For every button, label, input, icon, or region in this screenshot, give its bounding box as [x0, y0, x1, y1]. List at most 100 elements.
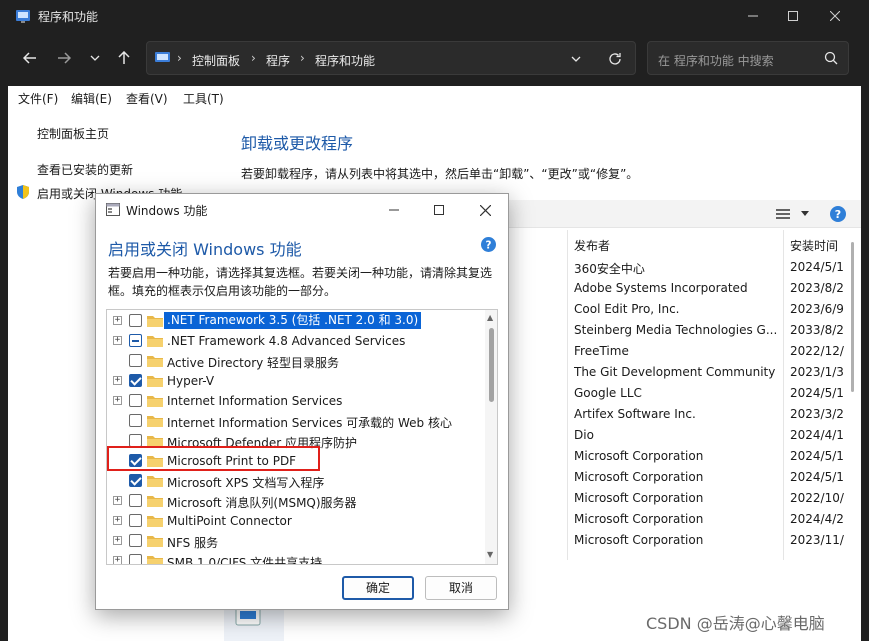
feature-checkbox[interactable] — [129, 514, 142, 527]
recent-locations-button[interactable] — [81, 44, 109, 72]
row-publisher[interactable]: Cool Edit Pro, Inc. — [574, 302, 779, 316]
row-installed-date[interactable]: 2033/8/2 — [790, 323, 852, 337]
ok-button[interactable]: 确定 — [342, 576, 414, 600]
menu-file[interactable]: 文件(F) — [18, 90, 58, 107]
svg-text:?: ? — [835, 208, 841, 221]
row-installed-date[interactable]: 2024/4/1 — [790, 428, 852, 442]
expand-icon[interactable]: + — [113, 336, 122, 345]
feature-item[interactable]: + NFS 服务 — [107, 531, 485, 551]
feature-checkbox[interactable] — [129, 494, 142, 507]
feature-item[interactable]: + Hyper-V — [107, 371, 485, 391]
search-placeholder: 在 程序和功能 中搜索 — [658, 54, 774, 68]
feature-item[interactable]: Microsoft XPS 文档写入程序 — [107, 471, 485, 491]
row-installed-date[interactable]: 2024/4/2 — [790, 512, 852, 526]
feature-checkbox[interactable] — [129, 474, 142, 487]
expand-icon[interactable]: + — [113, 316, 122, 325]
feature-item[interactable]: + SMB 1.0/CIFS 文件共享支持 — [107, 551, 485, 564]
forward-button[interactable] — [50, 44, 78, 72]
feature-checkbox[interactable] — [129, 394, 142, 407]
row-installed-date[interactable]: 2024/5/1 — [790, 260, 852, 274]
feature-checkbox[interactable] — [129, 534, 142, 547]
scroll-thumb[interactable] — [489, 328, 494, 402]
link-view-installed-updates[interactable]: 查看已安装的更新 — [37, 161, 133, 178]
menu-tools[interactable]: 工具(T) — [183, 90, 224, 107]
cancel-button[interactable]: 取消 — [425, 576, 497, 600]
scroll-down-icon[interactable]: ▼ — [487, 550, 493, 559]
feature-item[interactable]: + Microsoft 消息队列(MSMQ)服务器 — [107, 491, 485, 511]
feature-item[interactable]: + .NET Framework 4.8 Advanced Services — [107, 331, 485, 351]
row-installed-date[interactable]: 2024/5/1 — [790, 449, 852, 463]
feature-checkbox[interactable] — [129, 334, 142, 347]
dialog-maximize-button[interactable] — [427, 200, 451, 220]
row-publisher[interactable]: FreeTime — [574, 344, 779, 358]
row-publisher[interactable]: 360安全中心 — [574, 260, 779, 277]
svg-text:?: ? — [486, 239, 492, 251]
feature-checkbox[interactable] — [129, 374, 142, 387]
row-publisher[interactable]: Steinberg Media Technologies G... — [574, 323, 779, 337]
expand-icon[interactable]: + — [113, 536, 122, 545]
row-installed-date[interactable]: 2024/5/1 — [790, 386, 852, 400]
expand-icon[interactable]: + — [113, 556, 122, 564]
scroll-up-icon[interactable]: ▲ — [487, 313, 493, 322]
row-publisher[interactable]: Microsoft Corporation — [574, 512, 779, 526]
arrow-up-icon — [118, 51, 130, 64]
expand-icon[interactable]: + — [113, 376, 122, 385]
feature-item[interactable]: + .NET Framework 3.5 (包括 .NET 2.0 和 3.0) — [107, 311, 485, 331]
menu-edit[interactable]: 编辑(E) — [71, 90, 112, 107]
column-publisher[interactable]: 发布者 — [574, 237, 610, 254]
row-installed-date[interactable]: 2023/3/2 — [790, 407, 852, 421]
back-button[interactable] — [16, 44, 44, 72]
row-installed-date[interactable]: 2023/8/2 — [790, 281, 852, 295]
arrow-left-icon — [23, 52, 36, 64]
row-installed-date[interactable]: 2023/11/ — [790, 533, 852, 547]
feature-item[interactable]: Internet Information Services 可承载的 Web 核… — [107, 411, 485, 431]
feature-item[interactable]: + Internet Information Services — [107, 391, 485, 411]
feature-checkbox[interactable] — [129, 354, 142, 367]
feature-item[interactable]: + MultiPoint Connector — [107, 511, 485, 531]
row-publisher[interactable]: Dio — [574, 428, 779, 442]
expand-icon[interactable]: + — [113, 496, 122, 505]
search-icon — [824, 51, 838, 65]
expand-icon[interactable]: + — [113, 516, 122, 525]
feature-checkbox[interactable] — [129, 414, 142, 427]
view-options-icon[interactable] — [776, 208, 790, 220]
search-input[interactable]: 在 程序和功能 中搜索 — [647, 41, 849, 75]
row-publisher[interactable]: Artifex Software Inc. — [574, 407, 779, 421]
row-publisher[interactable]: Microsoft Corporation — [574, 470, 779, 484]
feature-item[interactable]: Active Directory 轻型目录服务 — [107, 351, 485, 371]
tree-scrollbar[interactable]: ▲ ▼ — [485, 310, 497, 564]
close-button[interactable] — [812, 0, 858, 32]
feature-checkbox[interactable] — [129, 554, 142, 564]
refresh-icon[interactable] — [608, 52, 622, 66]
menu-view[interactable]: 查看(V) — [126, 90, 168, 107]
dialog-minimize-button[interactable] — [382, 200, 406, 220]
feature-checkbox[interactable] — [129, 314, 142, 327]
column-installed-date[interactable]: 安装时间 — [790, 237, 838, 254]
help-icon[interactable]: ? — [481, 237, 496, 252]
row-installed-date[interactable]: 2023/6/9 — [790, 302, 852, 316]
address-bar[interactable]: › 控制面板 › 程序 › 程序和功能 — [146, 41, 636, 75]
breadcrumb-programs[interactable]: 程序 — [266, 52, 290, 69]
minimize-icon — [389, 209, 399, 211]
row-publisher[interactable]: Microsoft Corporation — [574, 533, 779, 547]
chevron-down-icon[interactable] — [571, 55, 581, 63]
link-control-panel-home[interactable]: 控制面板主页 — [37, 125, 109, 142]
breadcrumb-control-panel[interactable]: 控制面板 — [192, 52, 240, 69]
row-publisher[interactable]: Adobe Systems Incorporated — [574, 281, 779, 295]
chevron-down-icon[interactable] — [801, 211, 809, 217]
up-button[interactable] — [110, 44, 138, 72]
breadcrumb-programs-features[interactable]: 程序和功能 — [315, 52, 375, 69]
row-publisher[interactable]: The Git Development Community — [574, 365, 779, 379]
help-icon[interactable]: ? — [830, 206, 846, 222]
row-installed-date[interactable]: 2022/10/ — [790, 491, 852, 505]
expand-icon[interactable]: + — [113, 396, 122, 405]
dialog-close-button[interactable] — [473, 200, 497, 220]
row-publisher[interactable]: Microsoft Corporation — [574, 491, 779, 505]
maximize-icon — [434, 205, 444, 215]
row-publisher[interactable]: Microsoft Corporation — [574, 449, 779, 463]
row-installed-date[interactable]: 2022/12/ — [790, 344, 852, 358]
row-installed-date[interactable]: 2023/1/3 — [790, 365, 852, 379]
row-installed-date[interactable]: 2024/5/1 — [790, 470, 852, 484]
row-publisher[interactable]: Google LLC — [574, 386, 779, 400]
maximize-button[interactable] — [770, 0, 816, 32]
